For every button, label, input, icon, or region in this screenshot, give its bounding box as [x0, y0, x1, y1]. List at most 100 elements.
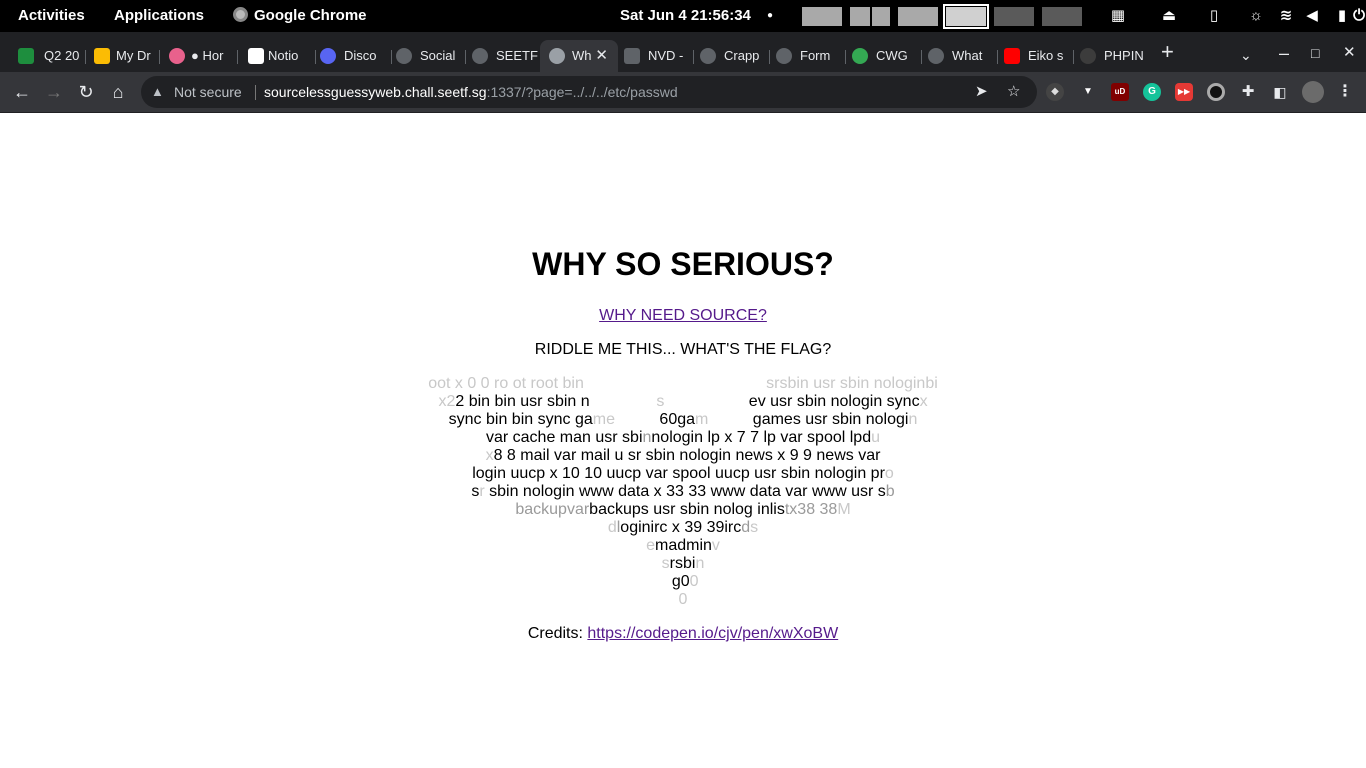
home-button[interactable]: ⌂	[107, 82, 129, 104]
tab-seetf[interactable]: SEETF	[466, 40, 540, 72]
riddle-text: RIDDLE ME THIS... WHAT'S THE FLAG?	[534, 341, 832, 358]
not-secure-label[interactable]: Not secure	[174, 76, 242, 108]
smiley-text: oginirc x 39 39irc	[620, 519, 742, 536]
extension-mask-icon[interactable]: ▼	[1079, 83, 1097, 101]
smiley-text: s	[661, 555, 670, 572]
workspace-6[interactable]	[1042, 7, 1082, 26]
power-icon[interactable]: ⏻	[1352, 6, 1366, 26]
send-icon[interactable]: ➤	[975, 76, 988, 108]
web-page: WHY SO SERIOUS? WHY NEED SOURCE? RIDDLE …	[0, 113, 1366, 768]
workspace-2[interactable]	[850, 7, 890, 26]
tab-search-chevron-icon[interactable]: ⌄	[1240, 46, 1252, 64]
credits-link[interactable]: https://codepen.io/cjv/pen/xwXoBW	[587, 625, 838, 642]
globe-icon	[472, 48, 488, 64]
extension-shield-icon[interactable]: ◆	[1046, 83, 1064, 101]
tab-q2[interactable]: Q2 20	[4, 40, 86, 72]
smiley-text: s	[589, 393, 665, 410]
workspace-4-active[interactable]	[943, 4, 989, 29]
smiley-text: M	[837, 501, 851, 518]
smiley-row: x8 8 mail var mail u sr sbin nologin new…	[0, 447, 1366, 465]
clipboard-icon[interactable]: ▯	[1204, 6, 1224, 26]
globe-icon	[549, 48, 565, 64]
tab-strip: Q2 20 My Dr ● Hor Notio Disco Social SEE…	[0, 32, 1366, 72]
tab-active-why-so-serious[interactable]: Wh ✕	[540, 40, 618, 72]
battery-icon[interactable]: ▮	[1332, 6, 1352, 26]
profile-avatar[interactable]	[1302, 81, 1324, 103]
page-title: WHY SO SERIOUS?	[532, 246, 834, 282]
extensions-puzzle-icon[interactable]: ✚	[1239, 83, 1257, 101]
warning-icon[interactable]: ▲	[151, 76, 164, 108]
side-panel-icon[interactable]: ◧	[1271, 83, 1289, 101]
tab-social[interactable]: Social	[392, 40, 466, 72]
grammarly-icon[interactable]: G	[1143, 83, 1161, 101]
tab-label: SEETF	[496, 48, 538, 63]
extension-circle-icon[interactable]	[1207, 83, 1225, 101]
browser-toolbar: ← → ↻ ⌂ ▲ Not secure sourcelessguessyweb…	[0, 72, 1366, 113]
tab-my-drive[interactable]: My Dr	[86, 40, 160, 72]
smiley-row: 0	[0, 591, 1366, 609]
wifi-icon[interactable]: ≋	[1276, 6, 1296, 26]
tab-label: Eiko s	[1028, 48, 1064, 63]
credits: Credits: https://codepen.io/cjv/pen/xwXo…	[0, 625, 1366, 643]
asana-icon	[169, 48, 185, 64]
cwg-icon	[852, 48, 868, 64]
smiley-text: backupvar	[515, 501, 590, 518]
back-button[interactable]: ←	[11, 82, 33, 104]
smiley-text: 8 8 mail var mail u sr sbin nologin news…	[493, 447, 881, 464]
smiley-text: x2	[438, 393, 456, 410]
bookmark-star-icon[interactable]: ☆	[1007, 76, 1020, 108]
extension-red-icon[interactable]: ▶▶	[1175, 83, 1193, 101]
brightness-icon[interactable]: ☼	[1246, 6, 1266, 26]
workspace-3[interactable]	[898, 7, 938, 26]
smiley-text: x	[485, 447, 494, 464]
tab-youtube[interactable]: Eiko s	[998, 40, 1074, 72]
tab-crapp[interactable]: Crapp	[694, 40, 770, 72]
tab-label: Form	[800, 48, 831, 63]
applications-menu[interactable]: Applications	[114, 0, 204, 32]
chrome-menu-icon[interactable]: ⋮	[1336, 83, 1354, 101]
eject-icon[interactable]: ⏏	[1159, 6, 1179, 26]
close-window-button[interactable]: ✕	[1343, 44, 1356, 62]
workspace-1[interactable]	[802, 7, 842, 26]
url-text[interactable]: sourcelessguessyweb.chall.seetf.sg:1337/…	[264, 76, 678, 108]
workspace-5[interactable]	[994, 7, 1034, 26]
tab-what[interactable]: What	[922, 40, 998, 72]
tab-cwg[interactable]: CWG	[846, 40, 922, 72]
drive-icon	[94, 48, 110, 64]
window-layout-icon[interactable]: ▦	[1108, 6, 1128, 26]
new-tab-button[interactable]: +	[1161, 41, 1174, 63]
forward-button[interactable]: →	[43, 82, 65, 104]
activities-button[interactable]: Activities	[18, 0, 85, 32]
smiley-row: dloginirc x 39 39ircds	[0, 519, 1366, 537]
smiley-text: m	[695, 411, 709, 428]
smiley-text: login uucp x 10 10 uucp var spool uucp u…	[472, 465, 885, 482]
minimize-window-button[interactable]: –	[1279, 44, 1289, 62]
ublock-icon[interactable]: uD	[1111, 83, 1129, 101]
address-bar[interactable]: ▲ Not secure sourcelessguessyweb.chall.s…	[141, 76, 1037, 108]
tab-label: What	[952, 48, 983, 63]
clock[interactable]: Sat Jun 4 21:56:34	[620, 0, 751, 32]
close-tab-icon[interactable]: ✕	[595, 40, 608, 72]
tab-nvd[interactable]: NVD -	[618, 40, 694, 72]
tab-home[interactable]: ● Hor	[160, 40, 238, 72]
smiley-text	[584, 375, 766, 392]
tab-label: Crapp	[724, 48, 760, 63]
smiley-text: rsbi	[669, 555, 696, 572]
tab-discord[interactable]: Disco	[316, 40, 392, 72]
tab-label: Disco	[344, 48, 377, 63]
app-menu-chrome[interactable]: Google Chrome	[233, 0, 367, 32]
nvd-icon	[624, 48, 640, 64]
maximize-window-button[interactable]: □	[1311, 44, 1319, 62]
smiley-text: madmin	[655, 537, 712, 554]
tab-notion[interactable]: Notio	[238, 40, 316, 72]
reload-button[interactable]: ↻	[75, 82, 97, 104]
tab-github[interactable]: PHPIN	[1074, 40, 1150, 72]
tab-label: ● Hor	[191, 48, 224, 63]
notification-dot: ●	[767, 10, 774, 21]
smiley-text: g0	[667, 573, 690, 590]
volume-icon[interactable]: ◀	[1302, 6, 1322, 26]
why-need-source-link[interactable]: WHY NEED SOURCE?	[599, 307, 767, 324]
smiley-row: emadminv	[0, 537, 1366, 555]
smiley-text: oot x 0 0 ro ot root bin	[428, 375, 584, 392]
tab-form[interactable]: Form	[770, 40, 846, 72]
